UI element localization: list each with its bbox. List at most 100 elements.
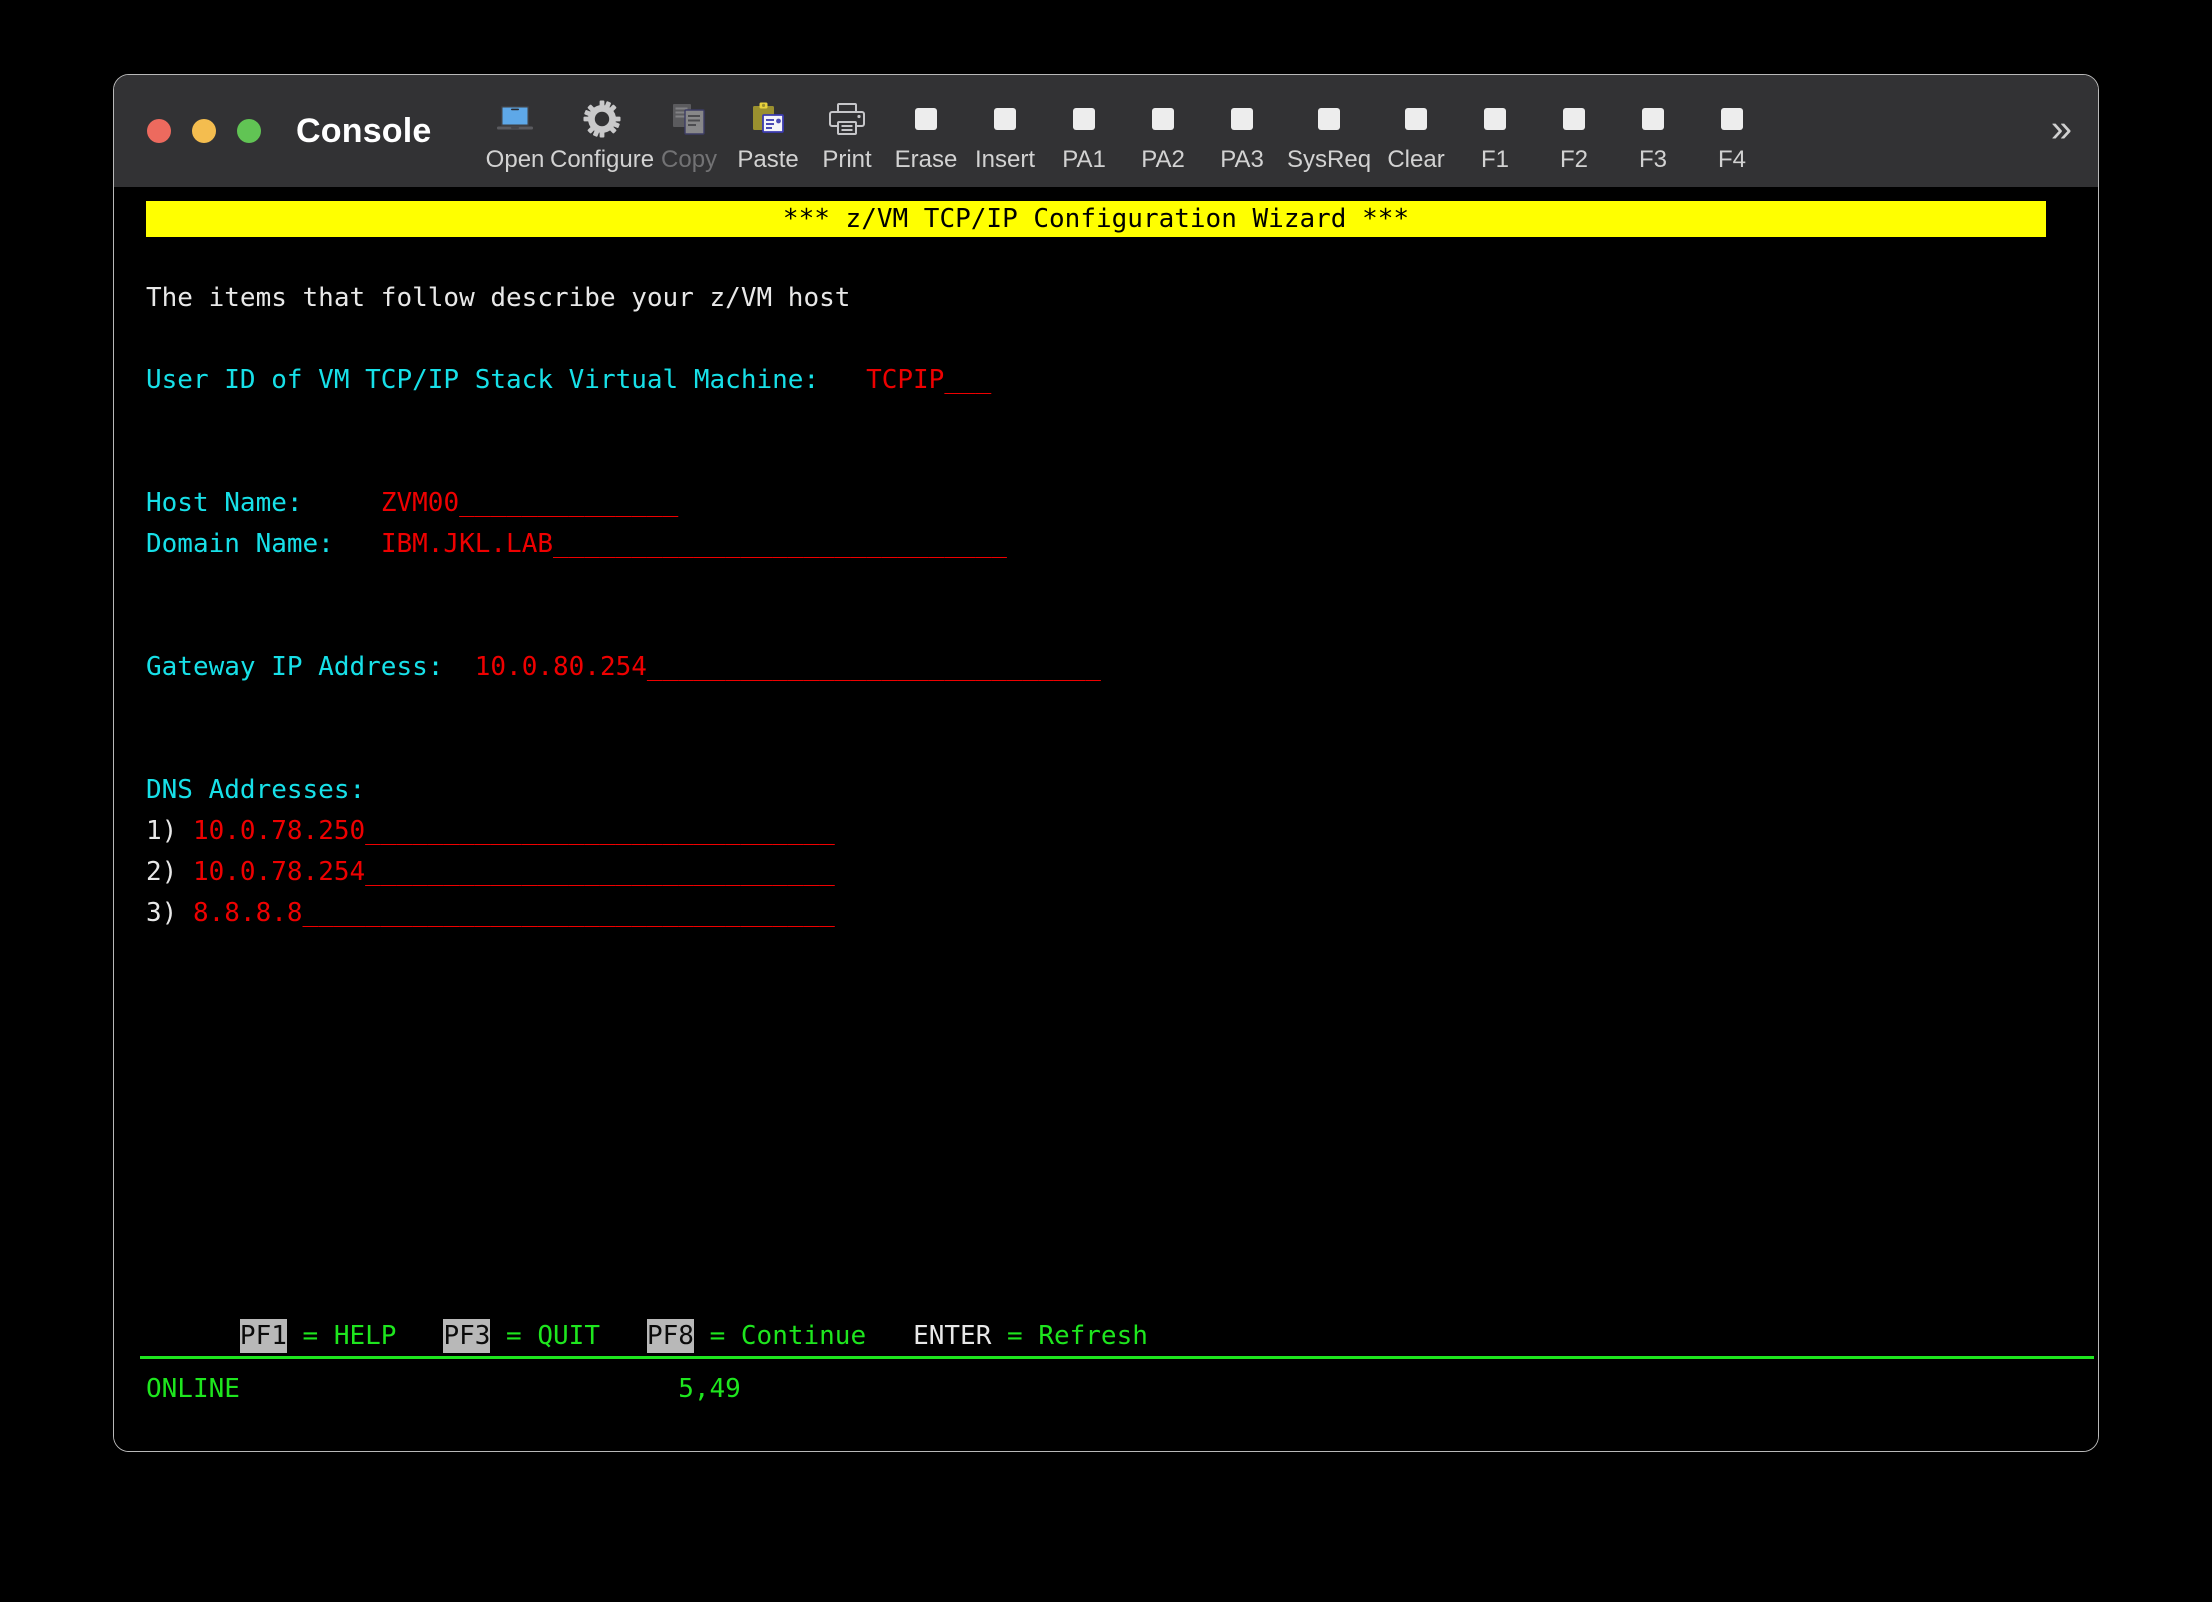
- terminal-text-area: *** z/VM TCP/IP Configuration Wizard ***…: [146, 201, 2098, 1451]
- domain-label: Domain Name:: [146, 529, 334, 559]
- dns-heading: DNS Addresses:: [146, 775, 366, 805]
- terminal-screen[interactable]: *** z/VM TCP/IP Configuration Wizard ***…: [114, 187, 2098, 1451]
- copy-icon: [669, 96, 709, 142]
- gateway-gap: [443, 652, 474, 682]
- toolbar-button-pa2[interactable]: PA2: [1124, 87, 1203, 179]
- toolbar-button-f4[interactable]: F4: [1693, 87, 1772, 179]
- key-square-icon: [1318, 96, 1341, 142]
- dns-value-2[interactable]: 10.0.78.254: [193, 857, 365, 887]
- field-row-gateway: Gateway IP Address: 10.0.80.254_________…: [146, 647, 2098, 688]
- gateway-fill: _____________________________: [646, 652, 1101, 682]
- toolbar-button-open[interactable]: Open: [476, 87, 555, 179]
- hostname-value[interactable]: ZVM00: [381, 488, 459, 518]
- key-square-icon: [1405, 96, 1428, 142]
- dns-gap-3: [177, 898, 193, 928]
- connection-status: ONLINE: [146, 1374, 240, 1404]
- pf3-text: = QUIT: [490, 1321, 647, 1351]
- close-button[interactable]: [147, 119, 171, 143]
- toolbar-label-f4: F4: [1718, 146, 1747, 173]
- status-bar: ONLINE 5,49: [146, 1372, 741, 1406]
- toolbar-label-copy: Copy: [661, 146, 718, 173]
- status-spacer: [240, 1374, 678, 1404]
- console-window: Console Open Configure Copy Paste Print …: [113, 74, 2099, 1452]
- toolbar-button-copy[interactable]: Copy: [650, 87, 729, 179]
- wizard-banner: *** z/VM TCP/IP Configuration Wizard ***: [146, 201, 2046, 237]
- key-square-icon: [994, 96, 1017, 142]
- pf8-key[interactable]: PF8: [646, 1319, 694, 1353]
- toolbar-label-print: Print: [822, 146, 872, 173]
- pf-key-legend: PF1 = HELP PF3 = QUIT PF8 = Continue ENT…: [146, 1318, 1148, 1354]
- toolbar-button-clear[interactable]: Clear: [1377, 87, 1456, 179]
- toolbar-button-f1[interactable]: F1: [1456, 87, 1535, 179]
- dns-fill-3: __________________________________: [302, 898, 835, 928]
- dns-value-3[interactable]: 8.8.8.8: [193, 898, 303, 928]
- toolbar-button-print[interactable]: Print: [808, 87, 887, 179]
- dns-fill-2: ______________________________: [365, 857, 835, 887]
- dns-index-3: 3): [146, 898, 178, 928]
- intro-text: The items that follow describe your z/VM…: [146, 283, 851, 313]
- toolbar-button-erase[interactable]: Erase: [887, 87, 966, 179]
- toolbar-button-paste[interactable]: Paste: [729, 87, 808, 179]
- userid-fill: ___: [944, 365, 992, 395]
- window-titlebar: Console Open Configure Copy Paste Print …: [114, 75, 2098, 187]
- field-row-hostname: Host Name: ZVM00______________: [146, 483, 2098, 524]
- gateway-label: Gateway IP Address:: [146, 652, 444, 682]
- hostname-label: Host Name:: [146, 488, 303, 518]
- toolbar-label-pa3: PA3: [1220, 146, 1264, 173]
- dns-value-1[interactable]: 10.0.78.250: [193, 816, 365, 846]
- key-square-icon: [1721, 96, 1744, 142]
- toolbar-label-paste: Paste: [737, 146, 799, 173]
- toolbar-button-f2[interactable]: F2: [1535, 87, 1614, 179]
- domain-gap: [334, 529, 381, 559]
- window-title: Console: [296, 111, 432, 150]
- gear-icon: [582, 96, 622, 142]
- dns-fill-1: ______________________________: [365, 816, 835, 846]
- key-square-icon: [1563, 96, 1586, 142]
- maximize-button[interactable]: [237, 119, 261, 143]
- hostname-gap: [303, 488, 381, 518]
- toolbar-button-insert[interactable]: Insert: [966, 87, 1045, 179]
- key-square-icon: [915, 96, 938, 142]
- laptop-icon: [494, 96, 536, 142]
- toolbar-label-clear: Clear: [1387, 146, 1445, 173]
- pf8-text: = Continue: [693, 1321, 914, 1351]
- toolbar-label-erase: Erase: [894, 146, 958, 173]
- hostname-fill: ______________: [459, 488, 679, 518]
- key-square-icon: [1484, 96, 1507, 142]
- toolbar-button-pa3[interactable]: PA3: [1203, 87, 1282, 179]
- key-square-icon: [1231, 96, 1254, 142]
- dns-gap-1: [177, 816, 193, 846]
- pf3-key[interactable]: PF3: [443, 1319, 491, 1353]
- dns-row-3: 3) 8.8.8.8______________________________…: [146, 893, 2098, 934]
- toolbar-label-sysreq: SysReq: [1287, 146, 1372, 173]
- dns-row-1: 1) 10.0.78.250__________________________…: [146, 811, 2098, 852]
- toolbar-button-pa1[interactable]: PA1: [1045, 87, 1124, 179]
- field-row-domain: Domain Name: IBM.JKL.LAB________________…: [146, 524, 2098, 565]
- toolbar-button-f3[interactable]: F3: [1614, 87, 1693, 179]
- toolbar-label-insert: Insert: [975, 146, 1036, 173]
- domain-value[interactable]: IBM.JKL.LAB: [381, 529, 553, 559]
- toolbar-label-configure: Configure: [550, 146, 655, 173]
- toolbar-label-pa1: PA1: [1062, 146, 1106, 173]
- toolbar-button-sysreq[interactable]: SysReq: [1282, 87, 1377, 179]
- toolbar: Open Configure Copy Paste Print Erase In…: [476, 75, 2098, 187]
- toolbar-button-configure[interactable]: Configure: [550, 87, 654, 179]
- toolbar-label-open: Open: [485, 146, 545, 173]
- dns-index-1: 1): [146, 816, 178, 846]
- gateway-value[interactable]: 10.0.80.254: [475, 652, 647, 682]
- userid-value[interactable]: TCPIP: [866, 365, 944, 395]
- toolbar-label-f1: F1: [1481, 146, 1510, 173]
- userid-label: User ID of VM TCP/IP Stack Virtual Machi…: [146, 365, 820, 395]
- minimize-button[interactable]: [192, 119, 216, 143]
- key-square-icon: [1073, 96, 1096, 142]
- toolbar-overflow-chevron-icon[interactable]: »: [2051, 110, 2072, 164]
- enter-key[interactable]: ENTER: [913, 1321, 991, 1351]
- intro-line: The items that follow describe your z/VM…: [146, 278, 2098, 319]
- printer-icon: [827, 96, 867, 142]
- pf1-key[interactable]: PF1: [239, 1319, 287, 1353]
- clipboard-icon: [748, 96, 788, 142]
